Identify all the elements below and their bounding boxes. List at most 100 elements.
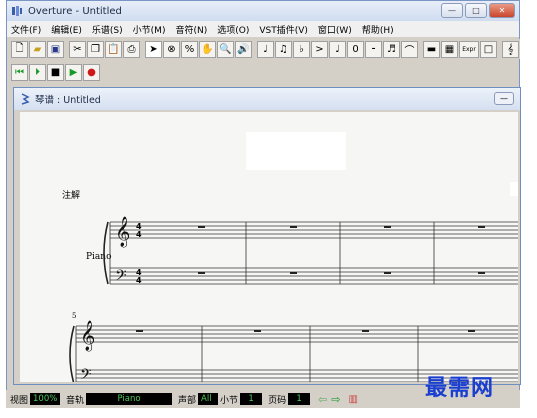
svg-text:𝄢: 𝄢 — [115, 267, 127, 288]
box-icon: □ — [483, 43, 494, 55]
zero-button[interactable]: 0 — [347, 40, 364, 58]
circle-x-icon: ⊗ — [167, 43, 176, 55]
folder-icon: ▰ — [33, 43, 42, 55]
percent-tool-button[interactable]: % — [181, 40, 198, 58]
menu-note[interactable]: 音符(N) — [175, 23, 207, 36]
new-button[interactable]: 🗋 — [11, 40, 28, 58]
svg-text:𝄞: 𝄞 — [80, 320, 95, 352]
note-tool-button[interactable]: ♩ — [257, 40, 274, 58]
paste-button[interactable]: 📋 — [105, 40, 122, 58]
window-title: Overture - Untitled — [28, 5, 122, 17]
step-icon: ⏵ — [35, 66, 40, 78]
zoom-tool-button[interactable]: 🔍 — [217, 40, 234, 58]
printer-icon: ⎙ — [127, 43, 136, 55]
track-select[interactable]: Piano — [86, 393, 173, 405]
treble-clef-icon: 𝄞 — [507, 43, 514, 55]
save-button[interactable]: ▣ — [47, 40, 64, 58]
zero-label: 0 — [352, 43, 359, 55]
whole-rest — [478, 272, 485, 274]
staccato-note-button[interactable]: ♩ — [329, 40, 346, 58]
bass-time-signature-bottom: 4 — [136, 276, 142, 285]
zoom-select[interactable]: 100% — [30, 393, 61, 405]
page-back-icon[interactable]: ⇦ — [318, 393, 327, 406]
box-button[interactable]: □ — [480, 40, 497, 58]
expression-button[interactable]: Expr — [459, 40, 479, 58]
staff-button[interactable]: ▬ — [423, 40, 440, 58]
rewind-button[interactable]: ⏮ — [11, 63, 28, 81]
play-button[interactable]: ▶ — [65, 63, 82, 81]
close-icon: ✕ — [498, 6, 506, 15]
voice-label: 声部 — [178, 395, 197, 406]
page-forward-icon[interactable]: ⇨ — [331, 393, 340, 406]
accent-button[interactable]: > — [311, 40, 328, 58]
score-window: 琴谱 : Untitled — 注解 Piano 5 𝄞 𝄢 𝄞 𝄢 4 4 4… — [13, 87, 521, 385]
percent-icon: % — [184, 43, 195, 55]
whole-rest — [478, 226, 485, 228]
play-icon: ▶ — [69, 66, 78, 78]
whole-rest — [290, 272, 297, 274]
step-back-button[interactable]: ⏵ — [29, 63, 46, 81]
score-title-bar: 琴谱 : Untitled — — [14, 88, 520, 110]
measure-label: 小节 — [220, 395, 239, 406]
eighth-notes-icon: ♬ — [387, 43, 396, 55]
menu-measure[interactable]: 小节(M) — [133, 23, 166, 36]
maximize-button[interactable]: □ — [465, 3, 487, 18]
beamed-notes-icon: ♫ — [279, 43, 288, 55]
score-icon — [21, 93, 30, 105]
svg-text:𝄞: 𝄞 — [115, 216, 130, 248]
hand-tool-button[interactable]: ✋ — [199, 40, 216, 58]
grid-button[interactable]: ▦ — [441, 40, 458, 58]
score-page: 注解 Piano 5 𝄞 𝄢 𝄞 𝄢 4 4 4 4 — [20, 112, 518, 382]
whole-rest — [384, 226, 391, 228]
whole-rest — [468, 330, 475, 332]
voice-select[interactable]: All — [198, 393, 219, 405]
menu-file[interactable]: 文件(F) — [11, 23, 41, 36]
menu-vst[interactable]: VST插件(V) — [259, 23, 308, 36]
eighth-notes-button[interactable]: ♬ — [383, 40, 400, 58]
speaker-tool-button[interactable]: 🔊 — [235, 40, 252, 58]
erase-tool-button[interactable]: ⊗ — [163, 40, 180, 58]
minimize-button[interactable]: — — [441, 3, 463, 18]
whole-rest — [362, 330, 369, 332]
stop-button[interactable]: ■ — [47, 63, 64, 81]
grid-icon: ▦ — [444, 43, 455, 55]
close-button[interactable]: ✕ — [489, 3, 515, 18]
new-file-icon: 🗋 — [15, 42, 24, 54]
expression-label: Expr — [462, 45, 476, 53]
menu-edit[interactable]: 编辑(E) — [51, 23, 82, 36]
measure-field[interactable]: 1 — [240, 393, 263, 405]
app-window: Overture - Untitled — □ ✕ 文件(F) 编辑(E) 乐谱… — [6, 0, 521, 408]
hand-icon: ✋ — [201, 43, 214, 55]
record-button[interactable]: ● — [83, 63, 100, 81]
whole-rest — [198, 272, 205, 274]
clef-button[interactable]: 𝄞 — [502, 40, 519, 58]
page-field[interactable]: 1 — [288, 393, 311, 405]
minimize-icon: — — [448, 6, 456, 15]
score-minimize-button[interactable]: — — [494, 92, 514, 105]
copy-button[interactable]: ❐ — [87, 40, 104, 58]
score-title: 琴谱 : Untitled — [35, 95, 101, 106]
fermata-button[interactable]: ⁃ — [365, 40, 382, 58]
menu-help[interactable]: 帮助(H) — [362, 23, 394, 36]
flat-button[interactable]: ♭ — [293, 40, 310, 58]
menu-window[interactable]: 窗口(W) — [318, 23, 352, 36]
track-label: 音轨 — [66, 395, 85, 406]
open-button[interactable]: ▰ — [29, 40, 46, 58]
main-toolbar: 🗋 ▰ ▣ ✂ ❐ 📋 ⎙ ➤ ⊗ % ✋ 🔍 🔊 ♩ ♫ ♭ > ♩ 0 ⁃ … — [11, 39, 520, 59]
paste-icon: 📋 — [107, 43, 120, 55]
print-button[interactable]: ⎙ — [123, 40, 140, 58]
marker-icon: ⁃ — [371, 43, 376, 55]
magnifier-icon: 🔍 — [219, 43, 232, 55]
slur-button[interactable]: ⌒ — [401, 40, 418, 58]
keyboard-icon[interactable]: ▥ — [349, 394, 358, 405]
scissors-icon: ✂ — [73, 43, 82, 55]
copy-icon: ❐ — [91, 43, 100, 55]
menu-options[interactable]: 选项(O) — [217, 23, 249, 36]
beamed-note-button[interactable]: ♫ — [275, 40, 292, 58]
whole-rest — [384, 272, 391, 274]
select-tool-button[interactable]: ➤ — [145, 40, 162, 58]
cut-button[interactable]: ✂ — [69, 40, 86, 58]
menu-score[interactable]: 乐谱(S) — [92, 23, 123, 36]
whole-rest — [198, 226, 205, 228]
transport-toolbar: ⏮ ⏵ ■ ▶ ● — [11, 62, 101, 82]
